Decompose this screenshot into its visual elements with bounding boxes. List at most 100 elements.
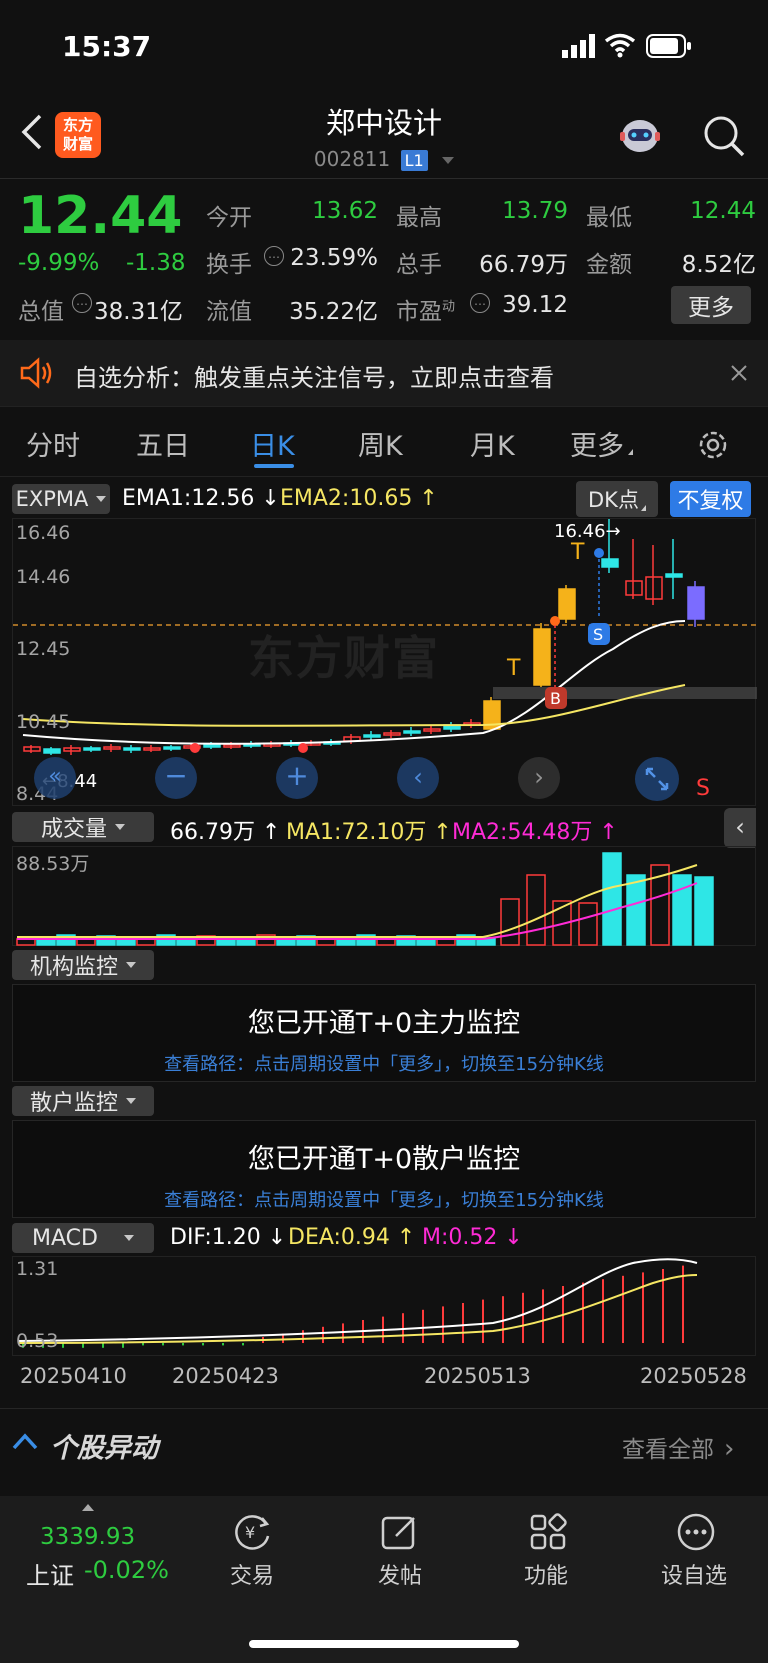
candle <box>601 558 619 568</box>
pe-value: 39.12 <box>502 292 568 318</box>
index-value[interactable]: 3339.93 <box>40 1524 135 1550</box>
amount-label: 金额 <box>586 252 632 278</box>
robot-assistant-icon[interactable] <box>616 112 664 160</box>
tab-monthly-k[interactable]: 月K <box>470 424 515 463</box>
vol-label: 66.79万 ↑ <box>170 820 281 845</box>
macd-date: 20250513 <box>424 1364 531 1388</box>
vol-ma1-label: MA1:72.10万 ↑ <box>286 820 452 845</box>
ema2-label: EMA2:10.65 ↑ <box>280 486 438 511</box>
kline-y-tick: 16.46 <box>16 522 71 544</box>
post-icon[interactable] <box>378 1510 422 1554</box>
macd-svg <box>18 1258 698 1348</box>
vol-ma1-line <box>17 864 698 938</box>
nav-trade[interactable]: 交易 <box>182 1558 322 1590</box>
scroll-left-button[interactable]: « <box>34 757 76 799</box>
volume-bar <box>626 874 646 946</box>
banner-text[interactable]: 自选分析：触发重点关注信号，立即点击查看 <box>74 358 554 393</box>
signal-icon <box>562 34 596 58</box>
float-value: 35.22亿 <box>289 299 378 325</box>
candle <box>558 588 576 620</box>
macd-selector[interactable]: MACD <box>12 1223 154 1253</box>
chevron-down-icon <box>442 157 455 164</box>
candle <box>363 734 381 738</box>
zoom-in-button[interactable]: + <box>276 757 318 799</box>
trade-icon[interactable]: ¥ <box>230 1510 274 1554</box>
kline-y-tick: 12.45 <box>16 638 71 660</box>
tab-more[interactable]: 更多 <box>570 424 633 463</box>
fullscreen-icon[interactable] <box>635 757 679 801</box>
vol-ma2-label: MA2:54.48万 ↑ <box>452 820 618 845</box>
turnover-value: 23.59% <box>290 245 378 271</box>
dk-button[interactable]: DK点 <box>576 481 658 517</box>
retail-monitor-path[interactable]: 查看路径：点击周期设置中「更多」，切换至15分钟K线 <box>13 1186 755 1212</box>
retail-monitor-panel: 您已开通T+0散户监控 查看路径：点击周期设置中「更多」，切换至15分钟K线 <box>12 1120 756 1218</box>
t-mark: T <box>570 540 585 565</box>
volume-label: 总手 <box>396 252 442 278</box>
status-time: 15:37 <box>62 30 152 63</box>
open-label: 今开 <box>206 205 252 231</box>
news-section-title: 个股异动 <box>50 1433 158 1464</box>
svg-text:¥: ¥ <box>245 1523 255 1542</box>
search-icon[interactable] <box>702 114 746 158</box>
vol-svg <box>16 852 714 946</box>
vol-max-label: 88.53万 <box>16 853 90 875</box>
candle <box>83 747 101 751</box>
macd-m-label: M:0.52 ↓ <box>422 1225 523 1250</box>
candle <box>625 580 643 596</box>
tab-five-day[interactable]: 五日 <box>136 424 190 463</box>
gear-icon[interactable] <box>696 428 730 462</box>
info-icon[interactable]: … <box>72 293 92 313</box>
volume-chart[interactable] <box>12 846 756 946</box>
ema1-label: EMA1:12.56 ↓ <box>122 486 280 511</box>
adjust-button[interactable]: 不复权 <box>670 481 751 517</box>
chevron-up-icon[interactable] <box>10 1430 40 1454</box>
tab-daily-k[interactable]: 日K <box>250 424 295 463</box>
macd-dea-label: DEA:0.94 ↑ <box>288 1225 416 1250</box>
view-all-link[interactable]: 查看全部 › <box>622 1430 734 1464</box>
inst-monitor-path[interactable]: 查看路径：点击周期设置中「更多」，切换至15分钟K线 <box>13 1050 755 1076</box>
pe-label: 市盈动 <box>396 299 456 325</box>
nav-add-watchlist[interactable]: 设自选 <box>624 1558 764 1590</box>
candle <box>645 576 663 600</box>
tab-intraday[interactable]: 分时 <box>26 424 80 463</box>
retail-monitor-title: 您已开通T+0散户监控 <box>247 1144 521 1175</box>
mktcap-value: 38.31亿 <box>94 299 183 325</box>
volume-selector[interactable]: 成交量 <box>12 812 154 842</box>
close-icon[interactable] <box>728 362 750 384</box>
inst-monitor-selector[interactable]: 机构监控 <box>12 950 154 980</box>
more-button[interactable]: 更多 <box>671 286 751 324</box>
info-icon[interactable]: … <box>264 246 284 266</box>
prev-button[interactable]: ‹ <box>397 757 439 799</box>
candle <box>383 732 401 736</box>
tab-weekly-k[interactable]: 周K <box>358 424 403 463</box>
amount-value: 8.52亿 <box>681 252 756 278</box>
more-dots-icon[interactable] <box>674 1510 718 1554</box>
current-price: 12.44 <box>18 186 183 246</box>
chevron-right-icon: › <box>724 1434 735 1464</box>
info-icon[interactable]: … <box>470 293 490 313</box>
dea-line <box>18 1274 698 1344</box>
high-value: 13.79 <box>502 198 568 224</box>
collapse-panel-button[interactable]: ‹ <box>724 808 756 848</box>
candle <box>403 730 421 734</box>
caret-icon <box>628 449 633 455</box>
candle <box>63 747 81 752</box>
expma-selector[interactable]: EXPMA <box>12 484 110 514</box>
volume-bar <box>694 876 714 946</box>
inst-monitor-title: 您已开通T+0主力监控 <box>247 1008 521 1039</box>
change-pct: -9.99% <box>18 250 100 276</box>
index-change: -0.02% <box>84 1556 169 1584</box>
low-label: 最低 <box>586 205 632 231</box>
vol-ma2-line <box>17 882 698 940</box>
volume-bar <box>526 874 546 946</box>
macd-chart[interactable] <box>12 1256 756 1356</box>
nav-function[interactable]: 功能 <box>476 1558 616 1590</box>
chevron-down-icon <box>126 962 136 968</box>
next-button[interactable]: › <box>518 757 560 799</box>
index-name: 上证 <box>26 1562 74 1590</box>
kline-y-tick: 14.46 <box>16 566 71 588</box>
retail-monitor-selector[interactable]: 散户监控 <box>12 1086 154 1116</box>
nav-post[interactable]: 发帖 <box>330 1558 470 1590</box>
function-grid-icon[interactable] <box>526 1510 570 1554</box>
zoom-out-button[interactable]: − <box>155 757 197 799</box>
